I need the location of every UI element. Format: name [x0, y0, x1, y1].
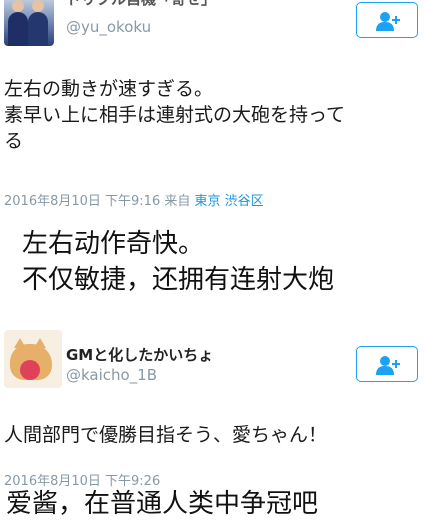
follow-button[interactable] — [356, 346, 418, 382]
tweet-meta: 2016年8月10日 下午9:16 来自 東京 渋谷区 — [4, 190, 264, 209]
cat-ball — [20, 360, 40, 380]
follow-user-icon — [376, 356, 400, 375]
overlay-caption: 左右动作奇快。 不仅敏捷，还拥有连射大炮 — [22, 229, 335, 295]
tweet-location[interactable]: 東京 渋谷区 — [195, 194, 264, 209]
follow-button[interactable] — [356, 2, 418, 38]
avatar-figure — [8, 12, 28, 46]
avatar[interactable] — [4, 0, 54, 46]
tweet-card-yu-okoku: ドリブル自機「寄せ」 @yu_okoku 左右の動きが速すぎる。 素早い上に相手… — [0, 0, 424, 305]
author-handle[interactable]: @kaicho_1B — [66, 366, 157, 384]
author-handle[interactable]: @yu_okoku — [66, 18, 151, 36]
avatar[interactable] — [4, 330, 62, 388]
tweet-text: 左右の動きが速すぎる。 素早い上に相手は連射式の大砲を持って る — [4, 78, 346, 152]
avatar-figure — [28, 12, 48, 46]
tweet-text: 人間部門で優勝目指そう、愛ちゃん！ — [4, 424, 328, 446]
avatar-head — [32, 0, 44, 12]
avatar-head — [12, 0, 24, 12]
source-prefix: 来自 — [164, 194, 191, 209]
overlay-caption: 爱酱，在普通人类中争冠吧 — [6, 489, 319, 519]
author-name[interactable]: ドリブル自機「寄せ」 — [66, 0, 216, 9]
tweet-timestamp[interactable]: 2016年8月10日 下午9:16 — [4, 194, 160, 209]
follow-user-icon — [376, 12, 400, 31]
author-name[interactable]: GMと化したかいちょ — [66, 344, 213, 365]
